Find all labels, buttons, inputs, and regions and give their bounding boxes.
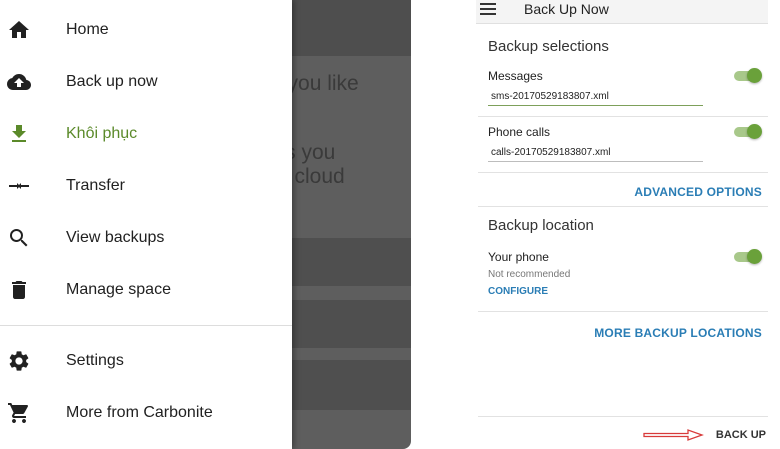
advanced-options-link[interactable]: ADVANCED OPTIONS xyxy=(634,185,762,199)
cart-icon xyxy=(6,400,32,426)
back-up-button[interactable]: BACK UP xyxy=(716,429,766,441)
drawer-item-label: More from Carbonite xyxy=(66,404,213,421)
drawer-item-label: Home xyxy=(66,21,109,38)
search-icon xyxy=(6,225,32,251)
your-phone-toggle[interactable] xyxy=(734,249,762,264)
drawer-item-settings[interactable]: Settings xyxy=(0,335,292,387)
phone-calls-toggle[interactable] xyxy=(734,124,762,139)
phone-calls-filename-field[interactable]: calls-20170529183807.xml xyxy=(488,145,703,162)
background-panel xyxy=(292,360,411,410)
right-phone-screen: Back Up Now Backup selections Messages s… xyxy=(476,0,768,449)
messages-toggle[interactable] xyxy=(734,68,762,83)
drawer-item-label: Khôi phục xyxy=(66,125,138,142)
gear-icon xyxy=(6,348,32,374)
toggle-knob xyxy=(747,68,762,83)
toggle-knob xyxy=(747,124,762,139)
drawer-item-back-up-now[interactable]: Back up now xyxy=(0,56,292,108)
configure-link[interactable]: CONFIGURE xyxy=(488,286,548,297)
messages-filename-field[interactable]: sms-20170529183807.xml xyxy=(488,89,703,106)
divider xyxy=(478,311,768,312)
more-backup-locations-link[interactable]: MORE BACKUP LOCATIONS xyxy=(594,326,762,340)
drawer-item-home[interactable]: Home xyxy=(0,4,292,56)
messages-label: Messages xyxy=(488,69,543,83)
divider xyxy=(478,206,768,207)
drawer-item-transfer[interactable]: Transfer xyxy=(0,160,292,212)
navigation-drawer: Home Back up now Khôi phục Transfer View… xyxy=(0,0,292,449)
transfer-icon xyxy=(6,173,32,199)
left-phone-screen: d you like ws you or cloud ON ON Home Ba… xyxy=(0,0,411,449)
drawer-item-label: View backups xyxy=(66,229,165,246)
app-toolbar: Back Up Now xyxy=(476,0,768,24)
drawer-item-label: Back up now xyxy=(66,73,158,90)
toggle-knob xyxy=(747,249,762,264)
page-title: Back Up Now xyxy=(524,1,609,17)
background-button-2 xyxy=(292,300,411,348)
drawer-item-label: Settings xyxy=(66,352,124,369)
cloud-upload-icon xyxy=(6,69,32,95)
your-phone-label: Your phone xyxy=(488,250,549,264)
background-button-1 xyxy=(292,238,411,286)
drawer-item-more-from-carbonite[interactable]: More from Carbonite xyxy=(0,387,292,439)
phone-calls-label: Phone calls xyxy=(488,125,551,139)
divider xyxy=(478,172,768,173)
drawer-item-manage-space[interactable]: Manage space xyxy=(0,264,292,316)
drawer-item-label: Manage space xyxy=(66,281,171,298)
drawer-item-view-backups[interactable]: View backups xyxy=(0,212,292,264)
drawer-item-restore[interactable]: Khôi phục xyxy=(0,108,292,160)
divider xyxy=(478,116,768,117)
menu-icon[interactable] xyxy=(480,3,496,15)
drawer-item-label: Transfer xyxy=(66,177,125,194)
backup-location-title: Backup location xyxy=(488,217,594,234)
divider xyxy=(478,416,768,417)
trash-icon xyxy=(6,277,32,303)
home-icon xyxy=(6,17,32,43)
drawer-divider xyxy=(0,325,292,326)
red-arrow-annotation-icon xyxy=(643,429,704,441)
download-icon xyxy=(6,121,32,147)
backup-selections-title: Backup selections xyxy=(488,38,609,55)
not-recommended-text: Not recommended xyxy=(488,269,571,280)
background-toolbar xyxy=(292,0,411,56)
